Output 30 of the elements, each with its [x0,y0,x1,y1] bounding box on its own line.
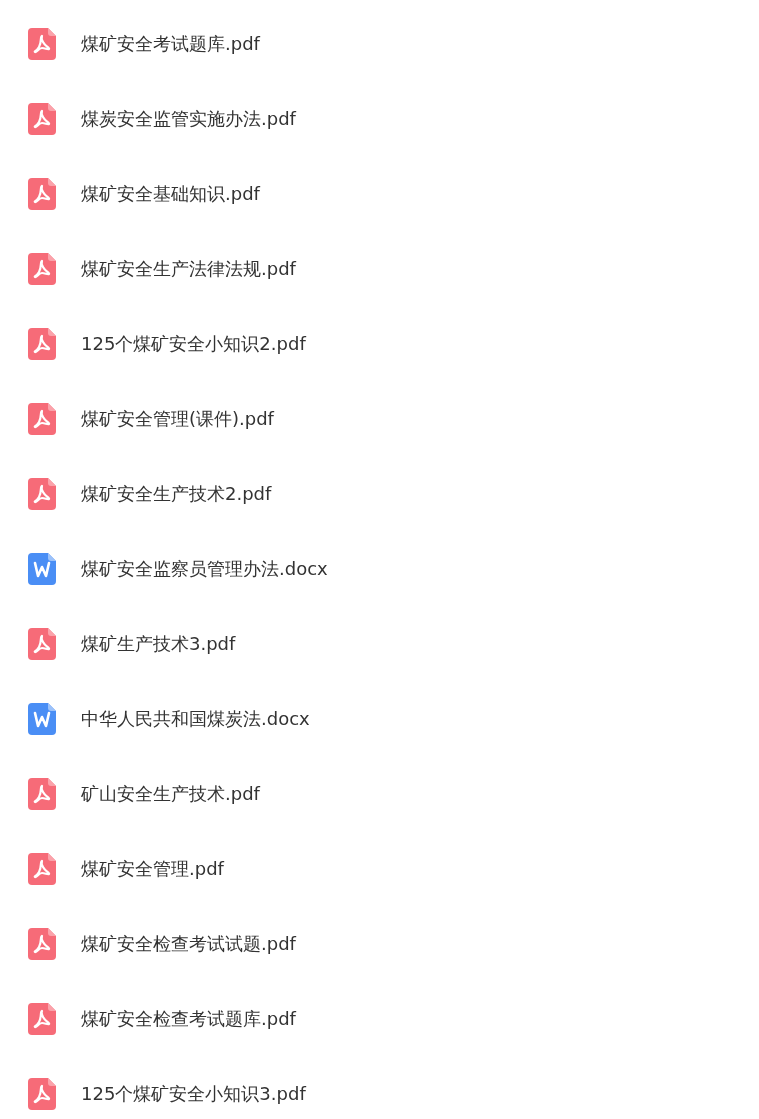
word-file-icon [28,702,56,735]
pdf-file-icon [28,327,56,360]
pdf-file-icon [28,252,56,285]
file-name[interactable]: 125个煤矿安全小知识2.pdf [81,331,306,356]
pdf-file-icon [28,177,56,210]
file-name[interactable]: 煤矿生产技术3.pdf [81,631,236,656]
pdf-file-icon [28,852,56,885]
file-name[interactable]: 煤矿安全管理(课件).pdf [81,406,274,431]
file-name[interactable]: 煤矿安全基础知识.pdf [81,181,260,206]
word-file-icon [28,552,56,585]
file-name[interactable]: 煤矿安全检查考试题库.pdf [81,1006,296,1031]
pdf-file-icon [28,627,56,660]
file-name[interactable]: 煤矿安全生产技术2.pdf [81,481,272,506]
file-name[interactable]: 煤炭安全监管实施办法.pdf [81,106,296,131]
pdf-file-icon [28,777,56,810]
pdf-file-icon [28,102,56,135]
file-name[interactable]: 煤矿安全检查考试试题.pdf [81,931,296,956]
pdf-file-icon [28,1077,56,1110]
file-name[interactable]: 煤矿安全考试题库.pdf [81,31,260,56]
file-name[interactable]: 煤矿安全生产法律法规.pdf [81,256,296,281]
file-name[interactable]: 125个煤矿安全小知识3.pdf [81,1081,306,1106]
file-name[interactable]: 煤矿安全监察员管理办法.docx [81,556,328,581]
pdf-file-icon [28,477,56,510]
file-name[interactable]: 矿山安全生产技术.pdf [81,781,260,806]
pdf-file-icon [28,1002,56,1035]
file-name[interactable]: 煤矿安全管理.pdf [81,856,224,881]
pdf-file-icon [28,27,56,60]
pdf-file-icon [28,402,56,435]
pdf-file-icon [28,927,56,960]
file-name[interactable]: 中华人民共和国煤炭法.docx [81,706,310,731]
